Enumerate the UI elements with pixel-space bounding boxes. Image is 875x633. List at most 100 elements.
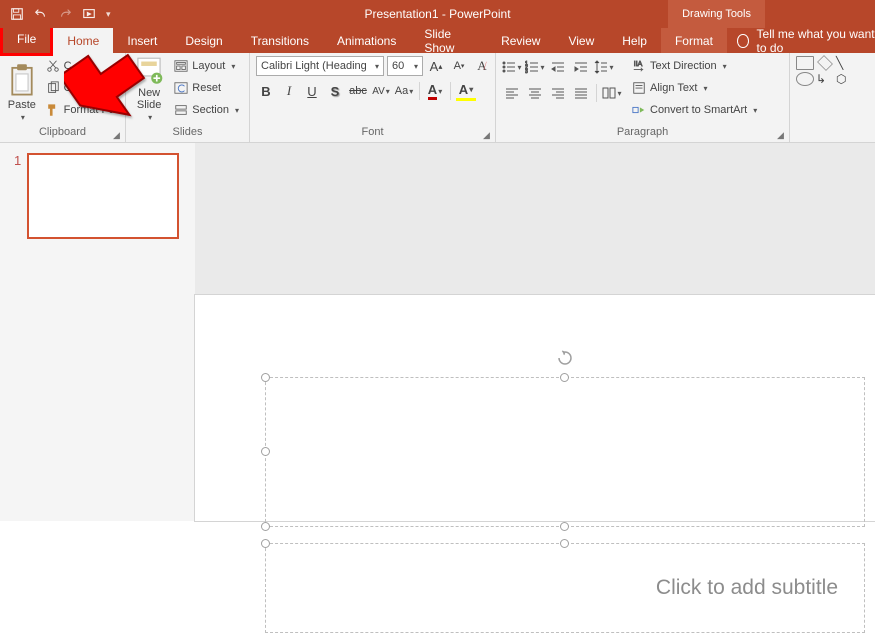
tab-animations[interactable]: Animations	[323, 28, 410, 53]
qa-overflow-icon[interactable]: ▾	[106, 9, 111, 20]
start-from-beginning-icon[interactable]	[82, 7, 96, 21]
svg-text:3: 3	[525, 69, 528, 74]
slide[interactable]: Click to add subtitle	[195, 295, 875, 521]
layout-icon	[174, 59, 188, 73]
text-direction-button[interactable]: IIA Text Direction	[628, 56, 761, 76]
font-name-value: Calibri Light (Heading	[261, 60, 367, 72]
section-label: Section	[192, 104, 229, 116]
resize-handle[interactable]	[560, 373, 569, 382]
change-case-button[interactable]: Aa	[394, 81, 414, 101]
underline-button[interactable]: U	[302, 81, 322, 101]
numbering-button[interactable]: 123	[525, 57, 545, 77]
tab-insert[interactable]: Insert	[113, 28, 171, 53]
section-button[interactable]: Section	[170, 100, 243, 120]
strikethrough-button[interactable]: abc	[348, 81, 368, 101]
clear-formatting-button[interactable]: A⧸	[472, 56, 492, 76]
layout-button[interactable]: Layout	[170, 56, 243, 76]
rotate-handle[interactable]	[557, 350, 573, 366]
font-color-button[interactable]: A	[425, 81, 445, 101]
cut-label: C	[64, 60, 72, 72]
subtitle-placeholder-text: Click to add subtitle	[656, 576, 838, 600]
format-painter-button[interactable]: Format Pa	[42, 100, 119, 120]
slide-canvas-area[interactable]: Click to add subtitle	[195, 143, 875, 521]
shrink-font-button[interactable]: A▾	[449, 56, 469, 76]
lightbulb-icon	[737, 34, 749, 48]
paragraph-dialog-launcher[interactable]: ◢	[777, 130, 787, 140]
justify-icon	[574, 86, 588, 100]
slides-group-label: Slides	[132, 126, 243, 142]
layout-label: Layout	[192, 60, 225, 72]
svg-text:IIA: IIA	[634, 61, 643, 68]
paste-button[interactable]: Paste	[6, 56, 38, 122]
font-size-select[interactable]: 60	[387, 56, 423, 76]
resize-handle[interactable]	[261, 539, 270, 548]
clipboard-group-label: Clipboard	[6, 126, 119, 142]
ribbon-tabs: File Home Insert Design Transitions Anim…	[0, 28, 875, 53]
window-title: Presentation1 - PowerPoint	[364, 7, 510, 21]
tab-file[interactable]: File	[3, 28, 50, 50]
char-spacing-button[interactable]: AV	[371, 81, 391, 101]
tab-transitions[interactable]: Transitions	[237, 28, 323, 53]
save-icon[interactable]	[10, 7, 24, 21]
decrease-indent-icon	[551, 60, 565, 74]
line-spacing-button[interactable]	[594, 57, 614, 77]
copy-button[interactable]: C	[42, 78, 119, 98]
italic-button[interactable]: I	[279, 81, 299, 101]
text-shadow-button[interactable]: S	[325, 81, 345, 101]
tab-design[interactable]: Design	[171, 28, 236, 53]
resize-handle[interactable]	[560, 522, 569, 531]
clipboard-dialog-launcher[interactable]: ◢	[113, 130, 123, 140]
tab-help[interactable]: Help	[608, 28, 661, 53]
resize-handle[interactable]	[261, 522, 270, 531]
reset-icon	[174, 81, 188, 95]
tab-home[interactable]: Home	[53, 28, 113, 53]
redo-icon[interactable]	[58, 7, 72, 21]
tab-slideshow[interactable]: Slide Show	[410, 28, 487, 53]
reset-button[interactable]: Reset	[170, 78, 243, 98]
text-direction-label: Text Direction	[650, 60, 717, 72]
align-text-label: Align Text	[650, 82, 698, 94]
align-left-button[interactable]	[502, 83, 522, 103]
ribbon: Paste C C Format Pa Clipboard ◢ New Slid…	[0, 53, 875, 143]
resize-handle[interactable]	[261, 373, 270, 382]
convert-smartart-button[interactable]: Convert to SmartArt	[628, 100, 761, 120]
new-slide-button[interactable]: New Slide	[132, 56, 166, 122]
align-center-icon	[528, 86, 542, 100]
resize-handle[interactable]	[261, 447, 270, 456]
group-paragraph: 123 IIAText Direction Align Text Con	[496, 53, 790, 142]
justify-button[interactable]	[571, 83, 591, 103]
scissors-icon	[46, 59, 60, 73]
tell-me-search[interactable]: Tell me what you want to do	[737, 28, 875, 53]
new-slide-icon	[135, 56, 163, 85]
line-spacing-icon	[594, 60, 608, 74]
group-drawing: ╲ ↳⬡	[790, 53, 875, 142]
tab-review[interactable]: Review	[487, 28, 554, 53]
increase-indent-button[interactable]	[571, 57, 591, 77]
slide-thumbnail-1[interactable]	[27, 153, 179, 239]
clipboard-icon	[7, 63, 37, 97]
cut-button[interactable]: C	[42, 56, 119, 76]
resize-handle[interactable]	[560, 539, 569, 548]
tab-view[interactable]: View	[554, 28, 608, 53]
bullets-button[interactable]	[502, 57, 522, 77]
group-clipboard: Paste C C Format Pa Clipboard ◢	[0, 53, 126, 142]
paste-label: Paste	[8, 99, 36, 111]
title-placeholder[interactable]	[265, 377, 865, 527]
undo-icon[interactable]	[34, 7, 48, 21]
decrease-indent-button[interactable]	[548, 57, 568, 77]
align-right-button[interactable]	[548, 83, 568, 103]
bold-button[interactable]: B	[256, 81, 276, 101]
font-dialog-launcher[interactable]: ◢	[483, 130, 493, 140]
grow-font-button[interactable]: A▴	[426, 56, 446, 76]
columns-button[interactable]	[602, 83, 622, 103]
group-slides: New Slide Layout Reset Section Slides	[126, 53, 250, 142]
subtitle-placeholder[interactable]: Click to add subtitle	[265, 543, 865, 633]
highlight-color-button[interactable]: A	[456, 81, 476, 101]
font-name-select[interactable]: Calibri Light (Heading	[256, 56, 384, 76]
section-icon	[174, 103, 188, 117]
smartart-icon	[632, 103, 646, 117]
tab-format[interactable]: Format	[661, 28, 727, 53]
align-text-button[interactable]: Align Text	[628, 78, 761, 98]
align-center-button[interactable]	[525, 83, 545, 103]
shapes-gallery[interactable]: ╲ ↳⬡	[796, 56, 854, 86]
